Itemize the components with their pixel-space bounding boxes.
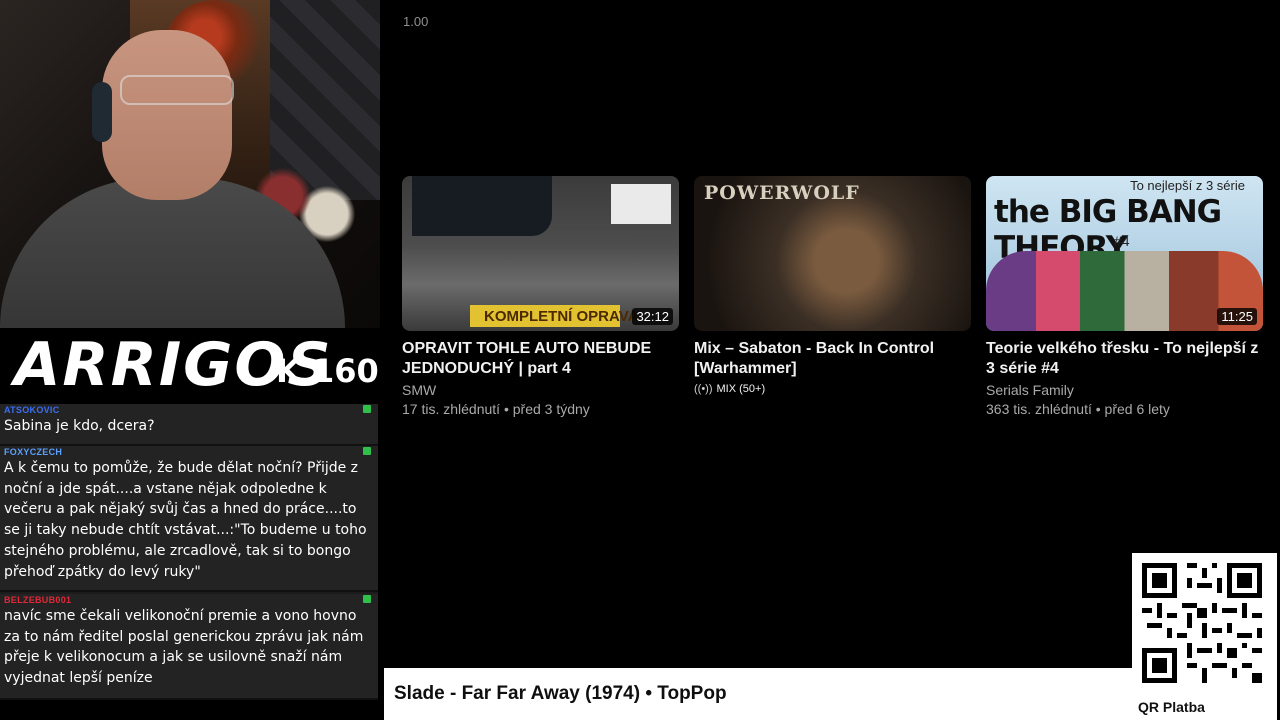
- video-title[interactable]: OPRAVIT TOHLE AUTO NEBUDE JEDNODUCHÝ | p…: [402, 339, 679, 379]
- chat-username: FOXYCZECH: [4, 447, 63, 457]
- mix-label: MIX (50+): [716, 383, 766, 395]
- chat-text: Sabina je kdo, dcera?: [4, 418, 155, 434]
- chat-message: FOXYCZECH A k čemu to pomůže, že bude dě…: [0, 446, 378, 592]
- video-title[interactable]: Teorie velkého třesku - To nejlepší z 3 …: [986, 339, 1263, 379]
- chat-panel: ATSOKOVIC Sabina je kdo, dcera? FOXYCZEC…: [0, 404, 378, 700]
- chat-message: BELZEBUB001 navíc sme čekali velikonoční…: [0, 594, 378, 700]
- recommendation-card[interactable]: KOMPLETNÍ OPRAVA 32:12 OPRAVIT TOHLE AUT…: [402, 176, 679, 417]
- chat-message: ATSOKOVIC Sabina je kdo, dcera?: [0, 404, 378, 446]
- recommendation-card[interactable]: To nejlepší z 3 série the BIG BANG THEOR…: [986, 176, 1263, 417]
- duration-badge: 11:25: [1217, 308, 1257, 325]
- qr-label: QR Platba: [1138, 699, 1205, 715]
- thumbnail-caption: POWERWOLF: [704, 182, 860, 204]
- duration-badge: 32:12: [632, 308, 673, 325]
- thumbnail-car: [412, 176, 552, 236]
- green-badge-icon: [363, 447, 371, 455]
- chat-text: navíc sme čekali velikonoční premie a vo…: [4, 608, 364, 687]
- video-thumbnail[interactable]: To nejlepší z 3 série the BIG BANG THEOR…: [986, 176, 1263, 331]
- chat-text: A k čemu to pomůže, že bude dělat noční?…: [4, 460, 367, 580]
- glasses: [120, 75, 234, 105]
- recommendation-card[interactable]: POWERWOLF Mix – Sabaton - Back In Contro…: [694, 176, 971, 395]
- green-badge-icon: [363, 405, 371, 413]
- brand-counter: K 160: [276, 352, 379, 390]
- video-thumbnail[interactable]: POWERWOLF: [694, 176, 971, 331]
- playback-speed: 1.00: [403, 14, 429, 29]
- video-meta: 17 tis. zhlédnutí • před 3 týdny: [402, 401, 590, 417]
- thumbnail-number: #4: [1114, 233, 1130, 249]
- qr-code-icon: [1142, 563, 1262, 683]
- streamer-head: [102, 30, 232, 200]
- mix-badge: ((•)) MIX (50+): [694, 383, 971, 395]
- radio-waves-icon: ((•)): [694, 383, 713, 395]
- chat-username: ATSOKOVIC: [4, 405, 60, 415]
- chat-username: BELZEBUB001: [4, 595, 72, 605]
- thumbnail-caption: KOMPLETNÍ OPRAVA: [484, 308, 639, 325]
- green-badge-icon: [363, 595, 371, 603]
- channel-name[interactable]: Serials Family: [986, 382, 1263, 398]
- video-thumbnail[interactable]: KOMPLETNÍ OPRAVA 32:12: [402, 176, 679, 331]
- video-meta: 363 tis. zhlédnutí • před 6 lety: [986, 401, 1170, 417]
- webcam-feed: [0, 0, 380, 328]
- video-title[interactable]: Mix – Sabaton - Back In Control [Warhamm…: [694, 339, 971, 379]
- audi-logo: [611, 184, 671, 224]
- channel-name[interactable]: SMW: [402, 382, 679, 398]
- thumbnail-subtitle: To nejlepší z 3 série: [1130, 178, 1245, 193]
- current-video-title[interactable]: Slade - Far Far Away (1974) • TopPop: [394, 683, 727, 705]
- headset-icon: [92, 82, 112, 142]
